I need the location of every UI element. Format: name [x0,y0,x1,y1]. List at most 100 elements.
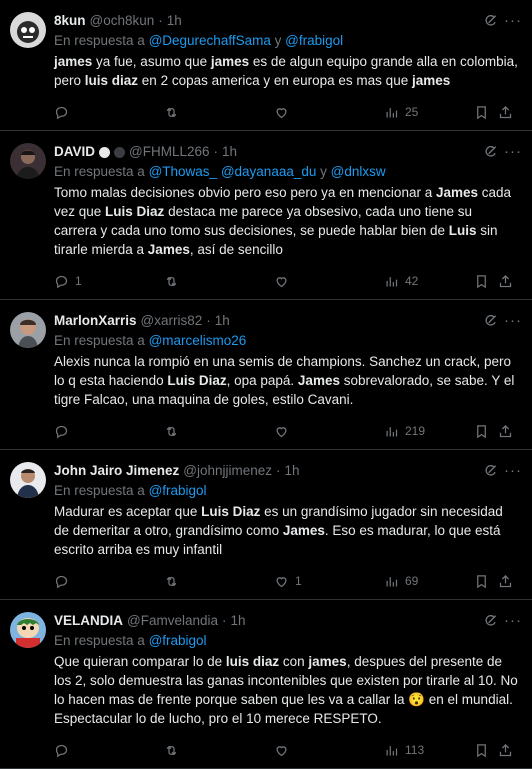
author-handle[interactable]: @FHMLL266 [129,143,210,161]
tweet[interactable]: ··· DAVID @FHMLL266 · 1h En respuesta a @Thow… [0,131,532,300]
like-button[interactable]: 1 [274,574,302,589]
views-icon [384,424,399,439]
views-button[interactable]: 113 [384,743,424,758]
avatar[interactable] [10,12,46,48]
more-icon[interactable]: ··· [504,12,522,29]
like-button[interactable] [274,105,295,120]
bookmark-button[interactable] [474,424,489,439]
grok-icon[interactable] [484,614,498,628]
mention-link[interactable]: @frabigol [285,33,343,48]
replying-to: En respuesta a @frabigol [54,632,518,650]
tweet-header: DAVID @FHMLL266 · 1h [54,143,518,161]
grok-icon[interactable] [484,14,498,28]
bookmark-button[interactable] [474,274,489,289]
like-button[interactable] [274,274,295,289]
views-icon [384,743,399,758]
author-handle[interactable]: @och8kun [90,12,155,30]
highlighted-term: Luis [448,223,477,238]
share-icon [498,105,513,120]
tweet-actions: 25 [54,94,518,130]
timestamp[interactable]: 1h [167,12,182,30]
mention-separator: y [274,33,282,48]
retweet-button[interactable] [164,743,185,758]
tweet[interactable]: ··· John Jairo Jimenez @johnjjimenez · 1h En … [0,450,532,600]
mention-link[interactable]: @frabigol [149,633,207,648]
timestamp[interactable]: 1h [285,462,300,480]
text-segment: ya fue, asumo que [92,54,211,69]
text-segment: con [279,654,309,669]
tweet[interactable]: ··· 8kun @och8kun · 1h En respuesta a @Degure… [0,0,532,131]
timestamp[interactable]: 1h [215,312,230,330]
avatar[interactable] [10,612,46,648]
bookmark-button[interactable] [474,743,489,758]
share-button[interactable] [498,105,513,120]
views-icon [384,105,399,120]
highlighted-term: James [297,373,340,388]
grok-icon[interactable] [484,145,498,159]
author-name[interactable]: VELANDIA [54,612,123,630]
tweet[interactable]: ··· MarlonXarris @xarris82 · 1h En respuesta … [0,300,532,450]
retweet-button[interactable] [164,274,185,289]
mention-link[interactable]: @DegurechaffSama [149,33,271,48]
heart-icon [274,105,289,120]
timestamp[interactable]: 1h [231,612,246,630]
tweet[interactable]: ··· VELANDIA @Famvelandia · 1h En respuesta a… [0,600,532,769]
profile-badge-icon [114,146,126,158]
grok-icon[interactable] [484,464,498,478]
author-name[interactable]: MarlonXarris [54,312,137,330]
avatar[interactable] [10,312,46,348]
views-button[interactable]: 69 [384,574,418,589]
more-icon[interactable]: ··· [504,312,522,329]
like-button[interactable] [274,424,295,439]
replying-to: En respuesta a @DegurechaffSama y @frabi… [54,32,518,50]
highlighted-term: James [147,242,190,257]
retweet-button[interactable] [164,424,185,439]
mention-link[interactable]: @marcelismo26 [149,333,247,348]
share-button[interactable] [498,743,513,758]
author-name[interactable]: 8kun [54,12,86,30]
views-button[interactable]: 25 [384,105,418,120]
mention-link[interactable]: @dayanaaa_du [221,164,317,179]
separator-dot: · [213,144,219,159]
share-button[interactable] [498,424,513,439]
timestamp[interactable]: 1h [222,143,237,161]
author-name[interactable]: John Jairo Jimenez [54,462,179,480]
views-button[interactable]: 42 [384,274,418,289]
author-handle[interactable]: @Famvelandia [127,612,218,630]
bookmark-button[interactable] [474,574,489,589]
retweet-button[interactable] [164,105,185,120]
reply-button[interactable] [54,743,75,758]
more-icon[interactable]: ··· [504,143,522,160]
separator-dot: · [206,313,211,328]
retweet-button[interactable] [164,574,185,589]
reply-icon [54,424,69,439]
heart-icon [274,424,289,439]
mention-link[interactable]: @Thowas_ [149,164,217,179]
share-button[interactable] [498,574,513,589]
share-button[interactable] [498,274,513,289]
reply-icon [54,105,69,120]
views-count: 42 [405,274,419,288]
reply-icon [54,274,69,289]
bookmark-button[interactable] [474,105,489,120]
mention-link[interactable]: @frabigol [149,483,207,498]
views-button[interactable]: 219 [384,424,425,439]
reply-button[interactable] [54,574,75,589]
avatar[interactable] [10,143,46,179]
replying-to: En respuesta a @frabigol [54,482,518,500]
text-segment: , opa papá. [226,373,298,388]
author-handle[interactable]: @xarris82 [141,312,203,330]
reply-button[interactable] [54,105,75,120]
more-icon[interactable]: ··· [504,612,522,629]
reply-button[interactable]: 1 [54,274,82,289]
mention-link[interactable]: @dnlxsw [331,164,386,179]
avatar[interactable] [10,462,46,498]
tweet-text: Tomo malas decisiones obvio pero eso per… [54,183,518,259]
more-icon[interactable]: ··· [504,462,522,479]
author-name[interactable]: DAVID [54,143,95,161]
author-handle[interactable]: @johnjjimenez [183,462,272,480]
reply-button[interactable] [54,424,75,439]
text-segment: Madurar es aceptar que [54,504,202,519]
grok-icon[interactable] [484,314,498,328]
like-button[interactable] [274,743,295,758]
